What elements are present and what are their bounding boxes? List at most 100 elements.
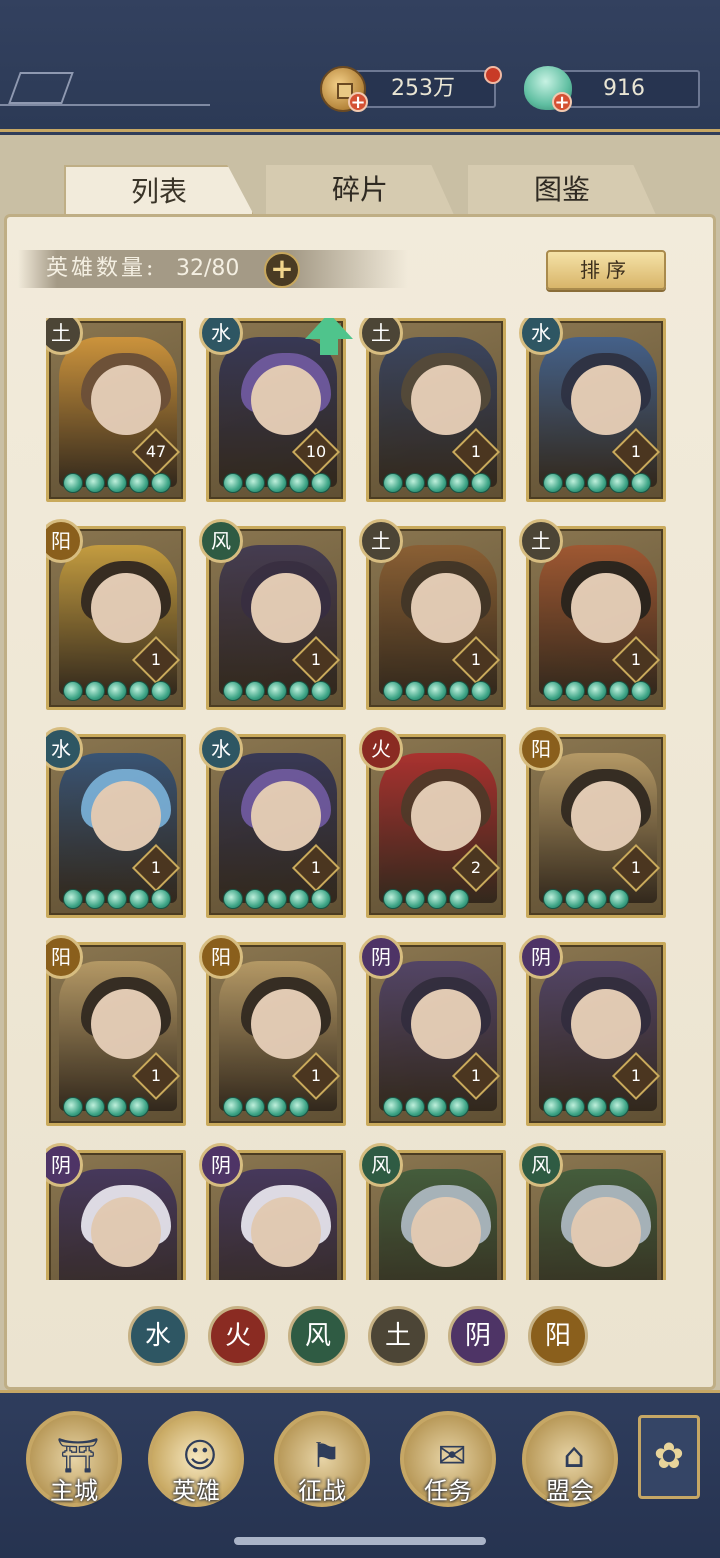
hero-card[interactable]: 风1 (199, 519, 346, 710)
hero-star-rating (383, 473, 491, 495)
hero-level-text: 1 (630, 858, 642, 877)
hero-face (411, 989, 481, 1059)
faction-filter-button[interactable]: 阳 (528, 1306, 588, 1366)
jade-star-icon (609, 1097, 629, 1117)
faction-badge-icon: 风 (359, 1143, 403, 1187)
jade-star-icon (289, 473, 309, 493)
hero-level-text: 1 (470, 1066, 482, 1085)
nav-label: 盟会 (546, 1477, 594, 1505)
jade-star-icon (223, 889, 243, 909)
jade-star-icon (267, 889, 287, 909)
add-coin-button[interactable]: + (348, 92, 368, 112)
expand-hero-slots-button[interactable]: + (264, 252, 300, 288)
jade-star-icon (609, 473, 629, 493)
hero-card[interactable]: 风 (519, 1143, 666, 1280)
jade-star-icon (383, 473, 403, 493)
sort-button[interactable]: 排序 (546, 250, 666, 290)
hero-level-text: 1 (630, 650, 642, 669)
jade-star-icon (289, 681, 309, 701)
faction-badge-icon: 阴 (199, 1143, 243, 1187)
hero-count-bar: 英雄数量: 32/80 (18, 250, 408, 288)
jade-star-icon (267, 473, 287, 493)
hero-card[interactable]: 阴1 (359, 935, 506, 1126)
hero-card[interactable]: 土1 (519, 519, 666, 710)
jade-star-icon (107, 473, 127, 493)
faction-filter-button[interactable]: 火 (208, 1306, 268, 1366)
tab-fragments[interactable]: 碎片 (266, 165, 454, 215)
hero-count-label: 英雄数量: (46, 256, 157, 281)
hero-count-value: 32/80 (176, 256, 240, 281)
hero-face (251, 365, 321, 435)
hero-card[interactable]: 水 10 (199, 318, 353, 502)
jade-star-icon (405, 681, 425, 701)
hero-face (571, 781, 641, 851)
faction-filter-button[interactable]: 阴 (448, 1306, 508, 1366)
hero-face (251, 989, 321, 1059)
hero-star-rating (383, 889, 469, 911)
hero-card[interactable]: 水1 (199, 727, 346, 918)
hero-card[interactable]: 土1 (359, 318, 506, 502)
hero-card[interactable]: 土 47 (46, 318, 186, 502)
hero-card[interactable]: 阴1 (519, 935, 666, 1126)
hero-star-rating (63, 889, 171, 911)
flower-menu-icon[interactable]: ✿ (638, 1415, 700, 1499)
hero-face (411, 781, 481, 851)
add-jade-button[interactable]: + (552, 92, 572, 112)
faction-filter-button[interactable]: 水 (128, 1306, 188, 1366)
hero-level-text: 1 (630, 1066, 642, 1085)
hero-card[interactable]: 阳1 (46, 519, 186, 710)
hero-star-rating (543, 681, 651, 703)
jade-star-icon (63, 889, 83, 909)
hero-face (571, 1197, 641, 1267)
tab-codex[interactable]: 图鉴 (468, 165, 656, 215)
hero-star-rating (223, 681, 331, 703)
jade-star-icon (245, 681, 265, 701)
hero-card[interactable]: 水1 (46, 727, 186, 918)
jade-star-icon (449, 473, 469, 493)
hero-level-text: 1 (310, 1066, 322, 1085)
jade-amount: 916 (603, 76, 645, 101)
hero-face (411, 365, 481, 435)
nav-label: 主城 (50, 1477, 98, 1505)
home-indicator (234, 1537, 486, 1545)
hero-portrait (539, 1169, 657, 1280)
jade-star-icon (63, 681, 83, 701)
jade-star-icon (107, 1097, 127, 1117)
hero-star-rating (223, 473, 331, 495)
tab-list[interactable]: 列表 (64, 165, 254, 215)
jade-star-icon (85, 889, 105, 909)
hero-level-text: 1 (150, 650, 162, 669)
jade-star-icon (543, 681, 563, 701)
jade-star-icon (587, 473, 607, 493)
jade-star-icon (405, 473, 425, 493)
hero-level-text: 2 (470, 858, 482, 877)
faction-filter-button[interactable]: 土 (368, 1306, 428, 1366)
faction-badge-icon: 土 (359, 519, 403, 563)
faction-badge-icon: 阳 (519, 727, 563, 771)
hero-star-rating (63, 473, 171, 495)
hero-star-rating (223, 1097, 309, 1119)
jade-star-icon (565, 1097, 585, 1117)
hero-card[interactable]: 阴 (46, 1143, 186, 1280)
faction-filter-button[interactable]: 风 (288, 1306, 348, 1366)
hero-card[interactable]: 阳1 (46, 935, 186, 1126)
hero-star-rating (383, 681, 491, 703)
hero-face (251, 1197, 321, 1267)
hero-card[interactable]: 阴 (199, 1143, 346, 1280)
hero-card[interactable]: 火2 (359, 727, 506, 918)
jade-star-icon (427, 681, 447, 701)
hero-card[interactable]: 阳1 (199, 935, 346, 1126)
top-bar: 253万 + 916 + (0, 0, 720, 132)
hero-face (91, 365, 161, 435)
faction-filter-bar: 水火风土阴阳 (128, 1306, 598, 1368)
hero-star-rating (543, 1097, 629, 1119)
hero-face (91, 1197, 161, 1267)
hero-card[interactable]: 风 (359, 1143, 506, 1280)
hero-card[interactable]: 水1 (519, 318, 666, 502)
hero-card[interactable]: 阳1 (519, 727, 666, 918)
jade-star-icon (267, 1097, 287, 1117)
jade-star-icon (63, 1097, 83, 1117)
hero-portrait (59, 1169, 177, 1280)
hero-card[interactable]: 土1 (359, 519, 506, 710)
jade-star-icon (245, 1097, 265, 1117)
